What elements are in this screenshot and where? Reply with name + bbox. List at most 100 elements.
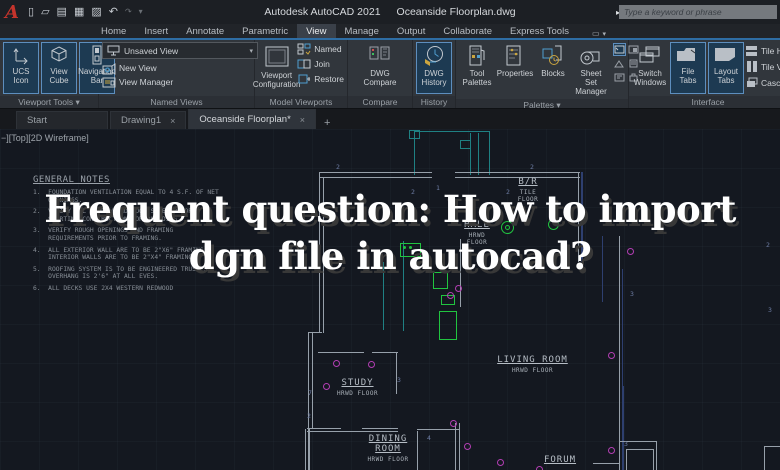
cascade-icon [746, 77, 758, 89]
tile-vertical-icon [746, 61, 758, 73]
dwg-compare-button[interactable]: DWG Compare [361, 42, 400, 94]
ucs-icon-label: UCS Icon [13, 67, 30, 85]
room-name: DINING ROOM [352, 434, 424, 454]
wall-segment [489, 131, 490, 175]
named-viewport-button[interactable]: Named [297, 42, 344, 56]
ribbon-display-toggle[interactable]: ▭▾ [592, 29, 606, 38]
switch-windows-button[interactable]: Switch Windows [632, 42, 668, 94]
view-manager-icon [102, 76, 116, 89]
autocad-logo-icon[interactable]: A [0, 0, 24, 24]
tool-palettes-icon [466, 45, 488, 67]
file-tab-start[interactable]: Start [16, 111, 108, 129]
quickcalc-palette-icon[interactable] [613, 57, 626, 70]
panel-title-viewport-tools[interactable]: Viewport Tools ▾ [0, 96, 98, 108]
tab-parametric[interactable]: Parametric [233, 24, 297, 38]
wall-segment [593, 463, 620, 464]
chevron-down-icon: ▾ [603, 30, 607, 38]
view-dropdown[interactable]: Unsaved View ▾ [102, 42, 258, 59]
quick-access-toolbar: ▯ ▱ ▤ ▦ ▨ ↶ ↷ ▾ [28, 0, 143, 24]
view-cube-button[interactable]: View Cube [41, 42, 77, 94]
redo-icon[interactable]: ↷ [125, 0, 132, 24]
search-input[interactable] [619, 5, 777, 19]
tile-vertically-label: Tile Vertically [761, 62, 780, 72]
panel-title-model-viewports[interactable]: Model Viewports [255, 96, 347, 108]
sheet-set-manager-button[interactable]: Sheet Set Manager [573, 42, 609, 97]
dwg-history-button[interactable]: DWG History [416, 42, 452, 94]
viewport-controls[interactable]: −][Top][2D Wireframe] [1, 133, 89, 143]
drawing-viewport[interactable]: −][Top][2D Wireframe] GENERAL NOTES 1. F… [0, 129, 780, 470]
panel-palettes: Tool Palettes Properties Blocks Sheet Se… [456, 40, 629, 108]
viewport-config-icon [264, 45, 290, 69]
layout-tabs-button[interactable]: Layout Tabs [708, 42, 744, 94]
blocks-label: Blocks [541, 69, 565, 78]
viewport-configuration-button[interactable]: Viewport Configuration [258, 42, 295, 94]
panel-title-palettes[interactable]: Palettes ▾ [456, 99, 628, 108]
tool-palettes-button[interactable]: Tool Palettes [459, 42, 495, 97]
blocks-button[interactable]: Blocks [535, 42, 571, 97]
command-line-palette-icon[interactable] [613, 43, 626, 56]
ucs-icon-button[interactable]: UCS Icon [3, 42, 39, 94]
panel-title-history[interactable]: History [413, 96, 455, 108]
close-icon[interactable]: × [300, 115, 305, 125]
tab-express-tools[interactable]: Express Tools [501, 24, 578, 38]
tile-vertically-button[interactable]: Tile Vertically [746, 60, 780, 74]
tab-view[interactable]: View [297, 24, 335, 38]
viewport-configuration-label: Viewport Configuration [253, 71, 301, 89]
cascade-button[interactable]: Cascade [746, 76, 780, 90]
wall-segment [455, 423, 456, 470]
wall-segment [623, 386, 624, 470]
new-tab-button[interactable]: + [318, 117, 336, 129]
save-as-icon[interactable]: ▦ [74, 0, 84, 24]
file-tab-oceanside[interactable]: Oceanside Floorplan*× [188, 109, 316, 129]
wall-segment [414, 131, 490, 132]
tab-insert[interactable]: Insert [135, 24, 177, 38]
panel-history: DWG History History [413, 40, 456, 108]
named-viewport-label: Named [314, 44, 341, 54]
room-label-study: STUDY HRWD FLOOR [320, 378, 395, 397]
file-tab-drawing1[interactable]: Drawing1× [110, 111, 186, 129]
view-manager-button[interactable]: View Manager [102, 75, 173, 89]
blocks-icon [541, 45, 565, 67]
tab-output[interactable]: Output [388, 24, 435, 38]
headline-overlay: Frequent question: How to import dgn fil… [0, 186, 780, 280]
wall-segment [656, 441, 657, 470]
join-viewport-button[interactable]: Join [297, 57, 344, 71]
tile-horizontally-button[interactable]: Tile Horizontally [746, 44, 780, 58]
app-title: Autodesk AutoCAD 2021 [264, 6, 380, 18]
new-view-button[interactable]: New View [102, 61, 157, 75]
document-title: Oceanside Floorplan.dwg [397, 6, 516, 18]
undo-icon[interactable]: ↶ [109, 0, 118, 24]
wall-tag: 2 [530, 163, 534, 171]
wall-segment [362, 428, 398, 429]
wall-segment [417, 429, 459, 430]
panel-title-named-views[interactable]: Named Views [99, 96, 254, 108]
room-label-living: LIVING ROOM HRWD FLOOR [480, 355, 585, 374]
new-file-icon[interactable]: ▯ [28, 0, 34, 24]
file-tabs-button[interactable]: File Tabs [670, 42, 706, 94]
properties-button[interactable]: Properties [497, 42, 533, 97]
plot-icon[interactable]: ▨ [91, 0, 101, 24]
panel-title-compare[interactable]: Compare [348, 96, 412, 108]
room-name: LIVING ROOM [480, 355, 585, 365]
close-icon[interactable]: × [170, 116, 175, 126]
wall-segment [307, 428, 341, 429]
panel-interface: Switch Windows File Tabs Layout Tabs Til… [629, 40, 780, 108]
tab-annotate[interactable]: Annotate [177, 24, 233, 38]
tab-manage[interactable]: Manage [336, 24, 388, 38]
tile-horizontally-label: Tile Horizontally [761, 46, 780, 56]
wall-segment [764, 446, 765, 470]
tab-home[interactable]: Home [92, 24, 135, 38]
save-icon[interactable]: ▤ [57, 0, 67, 24]
restore-viewport-button[interactable]: Restore [297, 72, 344, 86]
open-file-icon[interactable]: ▱ [41, 0, 49, 24]
qat-dropdown-icon[interactable]: ▾ [139, 0, 143, 24]
tab-collaborate[interactable]: Collaborate [434, 24, 501, 38]
panel-title-interface[interactable]: Interface [629, 96, 780, 108]
file-tabs-icon [675, 45, 701, 65]
wall-segment [320, 177, 432, 178]
view-dropdown-value: Unsaved View [124, 46, 245, 56]
panel-model-viewports: Viewport Configuration Named Join Restor… [255, 40, 348, 108]
ucs-axes-icon [11, 45, 31, 65]
markup-palette-icon[interactable] [613, 71, 626, 84]
door-marker [608, 447, 615, 454]
